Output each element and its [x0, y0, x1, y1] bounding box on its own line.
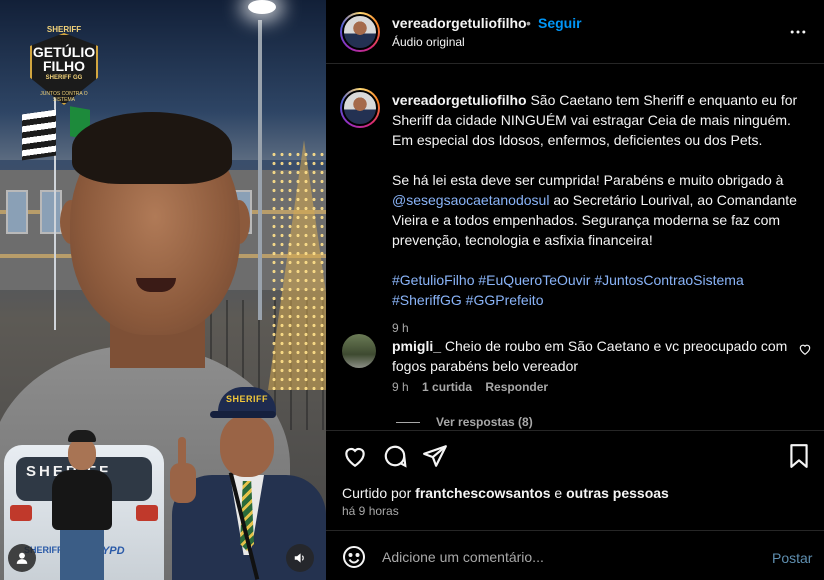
caption-author-avatar[interactable]	[340, 88, 380, 128]
author-avatar[interactable]	[340, 12, 380, 52]
liked-by-others[interactable]: outras pessoas	[566, 485, 669, 501]
follow-button[interactable]: Seguir	[538, 13, 582, 33]
commenter-username[interactable]: pmigli_	[392, 338, 441, 354]
cap-text: SHERIFF	[226, 394, 269, 404]
speaker-icon	[294, 553, 304, 563]
street-lamp-pole	[258, 20, 262, 320]
guard-figure	[46, 430, 118, 580]
save-bookmark-icon[interactable]	[786, 443, 812, 469]
comment: pmigli_ Cheio de roubo em São Caetano e …	[392, 336, 792, 376]
comment-time: 9 h	[392, 380, 409, 394]
like-heart-icon[interactable]	[342, 443, 368, 469]
emoji-icon[interactable]	[342, 545, 366, 569]
comment-composer: Postar	[326, 530, 824, 580]
audio-toggle-button[interactable]	[286, 544, 314, 572]
person-icon	[16, 552, 28, 564]
flag	[22, 109, 56, 161]
hashtag-link[interactable]: #SheriffGG	[392, 292, 462, 308]
hashtag-link[interactable]: #EuQueroTeOuvir	[478, 272, 590, 288]
comments-scroll-area[interactable]: vereadorgetuliofilho São Caetano tem She…	[326, 64, 824, 430]
share-send-icon[interactable]	[422, 443, 448, 469]
sheriff-logo: SHERIFF GETÚLIO FILHO SHERIFF GG JUNTOS …	[30, 25, 98, 105]
post-time[interactable]: há 9 horas	[342, 504, 399, 518]
hashtag-link[interactable]: #GetulioFilho	[392, 272, 475, 288]
comment-input[interactable]	[382, 545, 732, 569]
hashtag-link[interactable]: #GGPrefeito	[466, 292, 544, 308]
hashtag-link[interactable]: #JuntosContraoSistema	[594, 272, 743, 288]
hashtag-list: #GetulioFilho #EuQueroTeOuvir #JuntosCon…	[392, 270, 812, 310]
audio-label[interactable]: Áudio original	[392, 35, 465, 49]
liked-by-prefix: Curtido por	[342, 485, 412, 501]
comment-likes[interactable]: 1 curtida	[422, 380, 472, 394]
author-username[interactable]: vereadorgetuliofilho	[392, 15, 527, 31]
ellipsis-icon[interactable]	[788, 22, 808, 42]
post-comment-button[interactable]: Postar	[772, 548, 812, 568]
post-actions: Curtido por frantchescowsantos e outras …	[326, 430, 824, 530]
commenter-avatar[interactable]	[342, 334, 376, 368]
comment-like-heart-icon[interactable]	[798, 342, 812, 356]
post-media[interactable]: SHERIFF SHERIFF NYPD SHERIFF SHERIFF GET…	[0, 0, 326, 580]
replies-divider	[396, 422, 420, 423]
liked-by-and: e	[554, 485, 563, 501]
caption-text-2a: Se há lei esta deve ser cumprida! Parabé…	[392, 172, 784, 188]
caption-username[interactable]: vereadorgetuliofilho	[392, 92, 527, 108]
view-replies-button[interactable]: Ver respostas (8)	[436, 415, 533, 429]
man-hair	[72, 112, 232, 184]
liked-by-user[interactable]: frantchescowsantos	[415, 485, 550, 501]
comment-meta: 9 h 1 curtida Responder	[392, 380, 548, 394]
caption-time[interactable]: 9 h	[392, 318, 812, 338]
post-header: vereadorgetuliofilho • Seguir Áudio orig…	[326, 0, 824, 64]
street-lamp	[248, 0, 276, 14]
reply-button[interactable]: Responder	[485, 380, 548, 394]
post-details-panel: vereadorgetuliofilho • Seguir Áudio orig…	[326, 0, 824, 580]
comment-bubble-icon[interactable]	[382, 443, 408, 469]
separator-dot: •	[526, 15, 531, 31]
christmas-lights	[270, 150, 326, 390]
post-caption: vereadorgetuliofilho São Caetano tem She…	[392, 90, 812, 338]
comment-text: Cheio de roubo em São Caetano e vc preoc…	[392, 338, 788, 374]
mention-link[interactable]: @sesegsaocaetanodosul	[392, 192, 549, 208]
tagged-users-button[interactable]	[8, 544, 36, 572]
liked-by: Curtido por frantchescowsantos e outras …	[342, 483, 669, 503]
